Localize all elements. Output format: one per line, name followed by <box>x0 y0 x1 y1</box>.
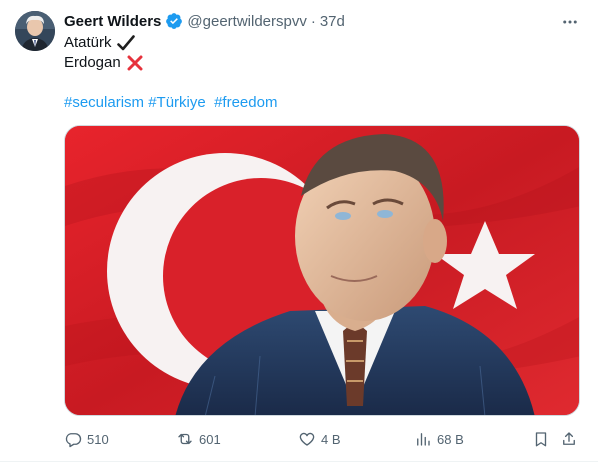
text-line-2: Erdogan <box>64 53 145 73</box>
hashtags: #secularism #Türkiye #freedom <box>64 93 277 113</box>
tweet-header: Geert Wilders @geertwilderspvv · 37d <box>64 11 345 31</box>
tweet[interactable]: Geert Wilders @geertwilderspvv · 37d Ata… <box>0 0 598 462</box>
share-icon <box>563 432 575 445</box>
cross-mark-icon <box>125 53 145 73</box>
action-bar: 510 601 4 B 68 B <box>64 427 582 451</box>
like-count: 4 B <box>321 431 341 447</box>
views-button[interactable]: 68 B <box>414 427 464 451</box>
more-dots-icon <box>563 20 577 24</box>
avatar[interactable] <box>15 11 55 51</box>
post-time[interactable]: 37d <box>320 13 345 30</box>
reply-count: 510 <box>87 431 109 447</box>
views-count: 68 B <box>437 431 464 447</box>
like-button[interactable]: 4 B <box>298 427 341 451</box>
author-name[interactable]: Geert Wilders <box>64 13 161 30</box>
reply-button[interactable]: 510 <box>64 427 109 451</box>
media-image[interactable] <box>64 125 580 416</box>
text-erdogan: Erdogan <box>64 54 121 71</box>
views-chart-icon <box>417 433 430 446</box>
share-button[interactable] <box>560 427 578 451</box>
bookmark-icon <box>535 432 547 447</box>
portrait-with-flag-image <box>65 126 579 415</box>
repost-button[interactable]: 601 <box>176 427 221 451</box>
tweet-text: Atatürk Erdogan <box>64 33 145 73</box>
repost-count: 601 <box>199 431 221 447</box>
text-ataturk: Atatürk <box>64 34 112 51</box>
hashtag-freedom[interactable]: #freedom <box>214 94 277 111</box>
verified-badge-icon <box>165 12 183 30</box>
hashtag-secularism[interactable]: #secularism <box>64 94 144 111</box>
text-line-1: Atatürk <box>64 33 145 53</box>
author-handle[interactable]: @geertwilderspvv <box>187 13 306 30</box>
check-mark-icon <box>116 33 136 53</box>
separator-dot: · <box>310 12 316 30</box>
repost-icon <box>178 433 192 445</box>
bookmark-button[interactable] <box>532 427 550 451</box>
reply-icon <box>65 433 82 448</box>
avatar-photo <box>15 11 55 51</box>
hashtag-turkiye[interactable]: #Türkiye <box>148 94 206 111</box>
more-options-button[interactable] <box>560 12 580 32</box>
heart-icon <box>299 432 315 446</box>
